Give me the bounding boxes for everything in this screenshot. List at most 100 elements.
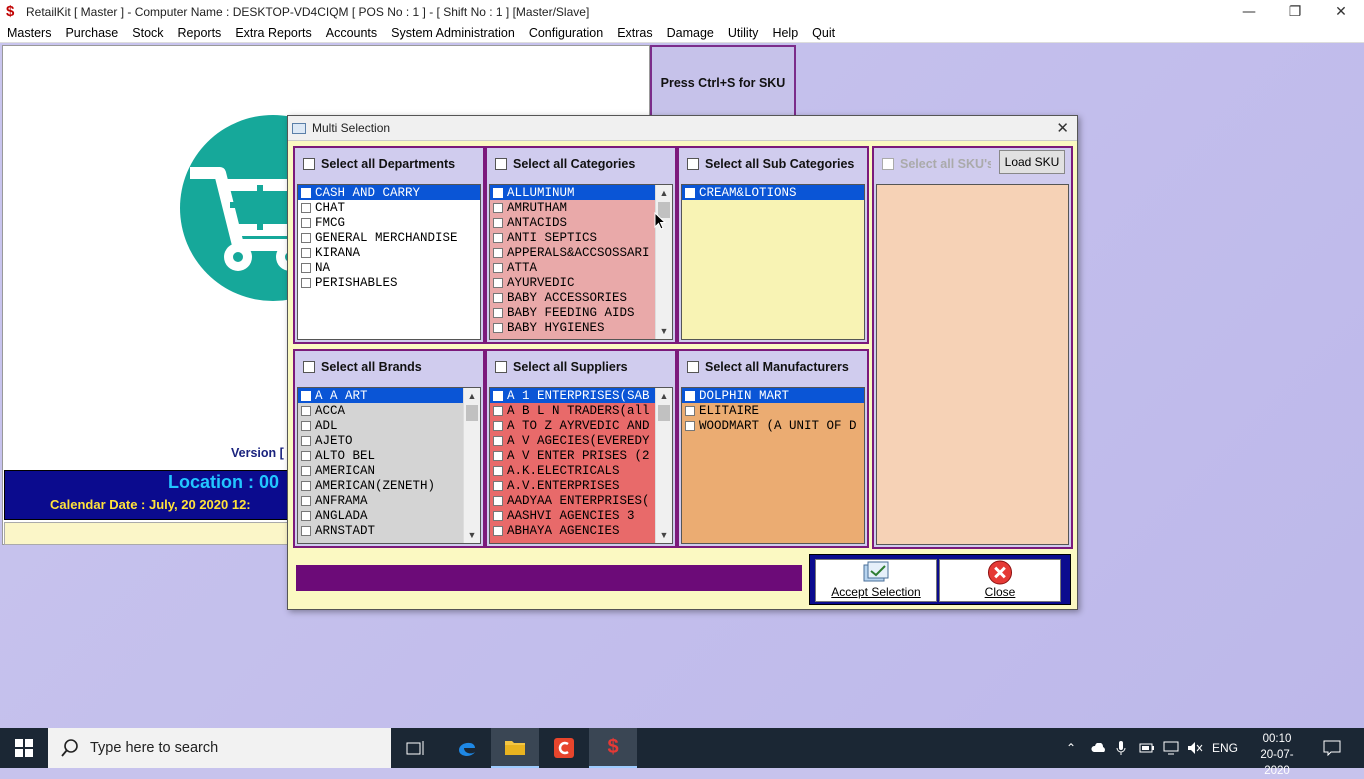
list-item[interactable]: ELITAIRE (682, 403, 864, 418)
list-item[interactable]: GENERAL MERCHANDISE (298, 230, 480, 245)
item-checkbox[interactable] (301, 277, 311, 288)
item-checkbox[interactable] (493, 525, 503, 536)
list-item[interactable]: DOLPHIN MART (682, 388, 864, 403)
select-all-departments-checkbox[interactable] (303, 158, 315, 170)
onedrive-cloud-icon[interactable] (1091, 728, 1107, 768)
item-checkbox[interactable] (301, 495, 311, 506)
list-item[interactable]: A B L N TRADERS(all (490, 403, 655, 418)
list-item[interactable]: AMERICAN(ZENETH) (298, 478, 463, 493)
item-checkbox[interactable] (493, 262, 503, 273)
item-checkbox[interactable] (685, 390, 695, 401)
select-all-sub-categories-checkbox[interactable] (687, 158, 699, 170)
accept-selection-button[interactable]: Accept Selection (815, 559, 937, 602)
item-checkbox[interactable] (493, 450, 503, 461)
list-item[interactable]: AYURVEDIC (490, 275, 655, 290)
item-checkbox[interactable] (493, 390, 503, 401)
menu-help[interactable]: Help (765, 26, 805, 40)
menu-masters[interactable]: Masters (0, 26, 58, 40)
item-checkbox[interactable] (301, 390, 311, 401)
list-item[interactable]: FMCG (298, 215, 480, 230)
menu-extra-reports[interactable]: Extra Reports (228, 26, 318, 40)
taskbar-search-box[interactable]: Type here to search (48, 728, 391, 768)
menu-accounts[interactable]: Accounts (319, 26, 384, 40)
restore-button[interactable]: ❐ (1272, 0, 1318, 23)
item-checkbox[interactable] (301, 450, 311, 461)
item-checkbox[interactable] (493, 495, 503, 506)
windows-start-icon[interactable] (0, 728, 48, 768)
list-item[interactable]: ALLUMINUM (490, 185, 655, 200)
show-hidden-icons-chevron-icon[interactable]: ⌃ (1066, 728, 1076, 768)
list-item[interactable]: ADL (298, 418, 463, 433)
list-item[interactable]: BABY HYGIENES (490, 320, 655, 335)
item-checkbox[interactable] (301, 187, 311, 198)
list-item[interactable]: AJETO (298, 433, 463, 448)
list-item[interactable]: AMERICAN (298, 463, 463, 478)
task-view-icon[interactable] (392, 728, 440, 768)
battery-icon[interactable] (1139, 728, 1155, 768)
item-checkbox[interactable] (301, 435, 311, 446)
brands-scrollbar[interactable]: ▲ ▼ (463, 388, 480, 543)
item-checkbox[interactable] (301, 480, 311, 491)
item-checkbox[interactable] (493, 405, 503, 416)
menu-purchase[interactable]: Purchase (58, 26, 125, 40)
item-checkbox[interactable] (493, 187, 503, 198)
list-item[interactable]: BABY ACCESSORIES (490, 290, 655, 305)
item-checkbox[interactable] (493, 292, 503, 303)
menu-quit[interactable]: Quit (805, 26, 842, 40)
item-checkbox[interactable] (493, 247, 503, 258)
suppliers-scrollbar[interactable]: ▲ ▼ (655, 388, 672, 543)
select-all-categories-checkbox[interactable] (495, 158, 507, 170)
list-item[interactable]: A V ENTER PRISES (2 (490, 448, 655, 463)
list-item[interactable]: AADYAA ENTERPRISES( (490, 493, 655, 508)
item-checkbox[interactable] (493, 217, 503, 228)
scroll-up-icon[interactable]: ▲ (464, 388, 480, 404)
list-item[interactable]: A.V.ENTERPRISES (490, 478, 655, 493)
item-checkbox[interactable] (301, 510, 311, 521)
suppliers-list[interactable]: A 1 ENTERPRISES(SAB A B L N TRADERS(all A … (489, 387, 673, 544)
close-button[interactable]: Close (939, 559, 1061, 602)
window-close-button[interactable]: ✕ (1318, 0, 1364, 23)
sub-categories-list[interactable]: CREAM&LOTIONS (681, 184, 865, 340)
list-item[interactable]: WOODMART (A UNIT OF D (682, 418, 864, 433)
item-checkbox[interactable] (493, 480, 503, 491)
item-checkbox[interactable] (685, 405, 695, 416)
menu-damage[interactable]: Damage (660, 26, 721, 40)
item-checkbox[interactable] (493, 420, 503, 431)
item-checkbox[interactable] (493, 307, 503, 318)
list-item[interactable]: CREAM&LOTIONS (682, 185, 864, 200)
list-item[interactable]: KIRANA (298, 245, 480, 260)
menu-configuration[interactable]: Configuration (522, 26, 610, 40)
select-all-brands-checkbox[interactable] (303, 361, 315, 373)
select-all-manufacturers-checkbox[interactable] (687, 361, 699, 373)
menu-system-administration[interactable]: System Administration (384, 26, 522, 40)
list-item[interactable]: AASHVI AGENCIES 3 (490, 508, 655, 523)
list-item[interactable]: ATTA (490, 260, 655, 275)
item-checkbox[interactable] (301, 262, 311, 273)
departments-list[interactable]: CASH AND CARRY CHAT FMCG GENERAL MERCHANDIS… (297, 184, 481, 340)
list-item[interactable]: ABHAYA AGENCIES (490, 523, 655, 538)
item-checkbox[interactable] (493, 510, 503, 521)
load-sku-button[interactable]: Load SKU (999, 150, 1065, 174)
volume-muted-icon[interactable] (1187, 728, 1203, 768)
scroll-thumb[interactable] (466, 405, 478, 421)
sku-list[interactable] (876, 184, 1069, 545)
item-checkbox[interactable] (301, 405, 311, 416)
menu-utility[interactable]: Utility (721, 26, 766, 40)
list-item[interactable]: ANGLADA (298, 508, 463, 523)
menu-stock[interactable]: Stock (125, 26, 170, 40)
item-checkbox[interactable] (493, 277, 503, 288)
scroll-down-icon[interactable]: ▼ (656, 527, 672, 543)
item-checkbox[interactable] (493, 322, 503, 333)
select-all-skus-checkbox[interactable] (882, 158, 894, 170)
item-checkbox[interactable] (301, 420, 311, 431)
list-item[interactable]: PERISHABLES (298, 275, 480, 290)
list-item[interactable]: A A ART (298, 388, 463, 403)
list-item[interactable]: ANFRAMA (298, 493, 463, 508)
item-checkbox[interactable] (301, 232, 311, 243)
list-item[interactable]: ACCA (298, 403, 463, 418)
scroll-down-icon[interactable]: ▼ (656, 323, 672, 339)
taskbar-clock[interactable]: 00:10 20-07-2020 (1254, 731, 1300, 779)
menu-extras[interactable]: Extras (610, 26, 659, 40)
scroll-thumb[interactable] (658, 405, 670, 421)
list-item[interactable]: CHAT (298, 200, 480, 215)
